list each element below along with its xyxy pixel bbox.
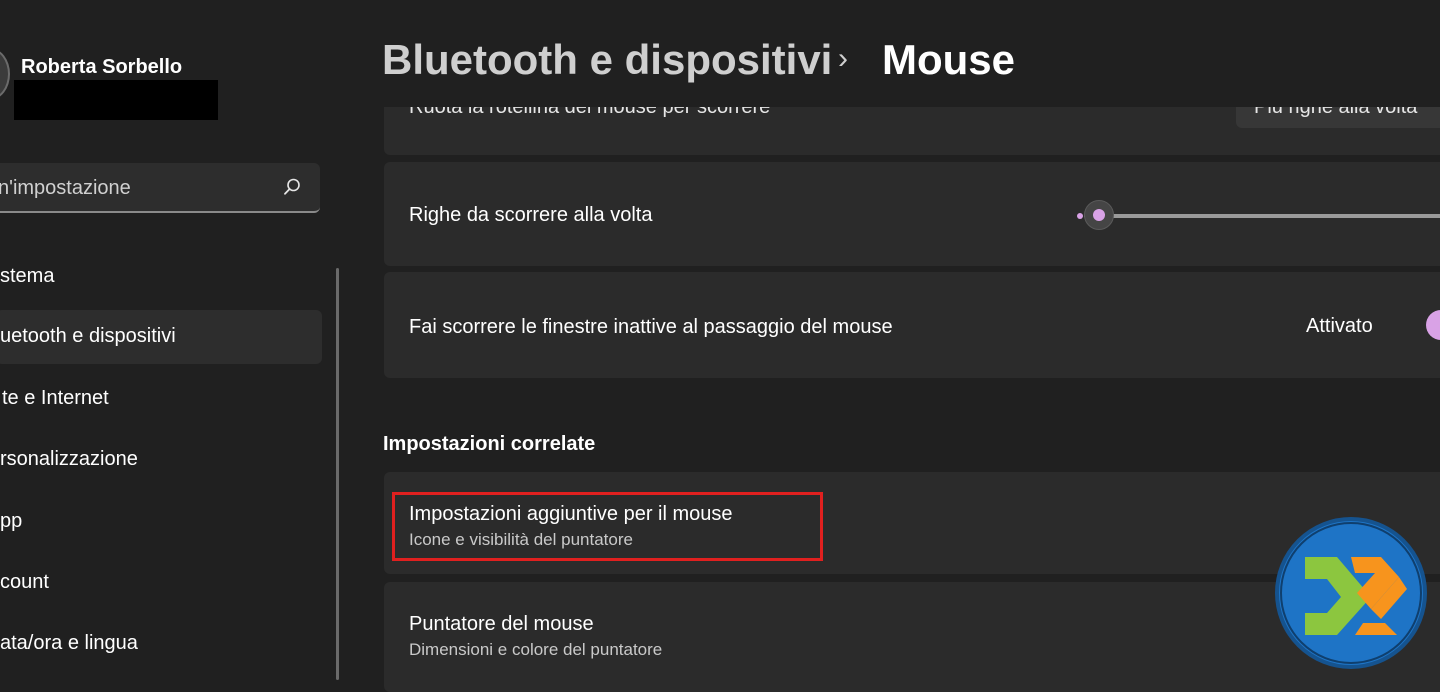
sidebar-item-data-ora[interactable]: ata/ora e lingua [0, 617, 322, 671]
highlight-box [392, 492, 823, 561]
slider-fill [1077, 213, 1083, 219]
user-name: Roberta Sorbello [21, 56, 183, 78]
sidebar-item-bluetooth[interactable]: uetooth e dispositivi [0, 310, 322, 364]
breadcrumb-parent[interactable]: Bluetooth e dispositivi [382, 36, 832, 84]
setting-lines-to-scroll: Righe da scorrere alla volta [384, 162, 1440, 266]
logo-icon [1275, 517, 1427, 669]
setting-title: Fai scorrere le finestre inattive al pas… [409, 316, 893, 338]
sidebar-item-rete[interactable]: te e Internet [0, 372, 322, 426]
search-icon[interactable] [282, 177, 302, 197]
toggle-state-label: Attivato [1306, 315, 1373, 337]
setting-inactive-scroll: Fai scorrere le finestre inattive al pas… [384, 272, 1440, 378]
sidebar-item-label: count [0, 571, 49, 593]
sidebar-item-sistema[interactable]: stema [0, 250, 322, 304]
sidebar-item-personalizzazione[interactable]: rsonalizzazione [0, 433, 322, 487]
sidebar-item-account[interactable]: count [0, 556, 322, 610]
lines-slider-track[interactable] [1084, 214, 1440, 218]
sidebar-item-label: stema [0, 265, 55, 287]
redacted-email [14, 80, 218, 120]
sidebar-item-label: uetooth e dispositivi [0, 325, 176, 347]
sidebar: Roberta Sorbello n'impostazione stema ue… [0, 0, 340, 680]
section-heading: Impostazioni correlate [383, 433, 596, 455]
lines-slider-thumb[interactable] [1084, 200, 1114, 230]
sidebar-item-label: rsonalizzazione [0, 448, 138, 470]
related-item-title: Puntatore del mouse [409, 613, 594, 635]
inactive-scroll-toggle[interactable] [1426, 310, 1440, 340]
sidebar-item-label: ata/ora e lingua [0, 632, 138, 654]
page-title: Mouse [882, 36, 1016, 83]
search-box[interactable]: n'impostazione [0, 163, 320, 213]
sidebar-item-label: pp [0, 510, 23, 532]
sidebar-item-app[interactable]: pp [0, 495, 322, 549]
search-input[interactable]: n'impostazione [0, 177, 131, 200]
slider-thumb-center [1093, 209, 1105, 221]
avatar[interactable] [0, 48, 10, 100]
related-item-subtitle: Dimensioni e colore del puntatore [409, 640, 663, 659]
sidebar-item-label: te e Internet [2, 387, 109, 409]
sidebar-scrollbar[interactable] [336, 268, 339, 680]
chevron-right-icon: › [838, 42, 848, 75]
setting-title: Righe da scorrere alla volta [409, 204, 653, 226]
